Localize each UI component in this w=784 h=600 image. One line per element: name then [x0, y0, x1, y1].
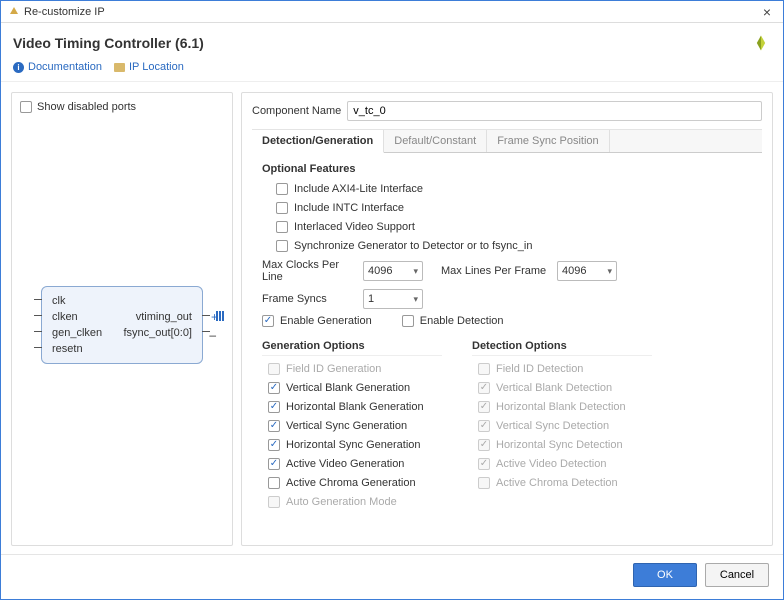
ok-button[interactable]: OK — [633, 563, 697, 587]
show-disabled-ports-label: Show disabled ports — [37, 101, 136, 113]
feature-3-checkbox[interactable] — [276, 240, 288, 252]
enable-detection-label: Enable Detection — [420, 315, 504, 327]
app-icon — [9, 7, 19, 17]
frame-syncs-label: Frame Syncs — [262, 293, 357, 305]
feature-0-checkbox[interactable] — [276, 183, 288, 195]
feature-1-label: Include INTC Interface — [294, 202, 404, 214]
gen-opt-0-label: Field ID Generation — [286, 363, 381, 375]
vendor-logo-icon — [751, 33, 771, 53]
feature-2-checkbox[interactable] — [276, 221, 288, 233]
header: Video Timing Controller (6.1) — [1, 23, 783, 61]
gen-opt-5-label: Active Video Generation — [286, 458, 404, 470]
generation-options-col: Generation Options Field ID Generation Ve… — [262, 340, 442, 515]
divider — [1, 81, 783, 82]
feature-1-checkbox[interactable] — [276, 202, 288, 214]
feature-2-label: Interlaced Video Support — [294, 221, 415, 233]
max-lines-select[interactable]: 4096▾ — [557, 261, 617, 281]
det-opt-2-label: Horizontal Blank Detection — [496, 401, 626, 413]
port-resetn: resetn — [52, 341, 83, 357]
det-opt-5-label: Active Video Detection — [496, 458, 606, 470]
det-opt-1-label: Vertical Blank Detection — [496, 382, 612, 394]
det-opt-0-label: Field ID Detection — [496, 363, 583, 375]
component-name-label: Component Name — [252, 105, 341, 117]
diagram-panel: Show disabled ports + – clk clkenvtiming… — [11, 92, 233, 546]
max-lines-label: Max Lines Per Frame — [441, 265, 551, 277]
max-clocks-select[interactable]: 4096▾ — [363, 261, 423, 281]
ip-location-link[interactable]: IP Location — [114, 61, 184, 73]
generation-options-title: Generation Options — [262, 340, 442, 356]
tab-content: Optional Features Include AXI4-Lite Inte… — [252, 153, 762, 515]
enable-generation-label: Enable Generation — [280, 315, 372, 327]
ip-block: + – clk clkenvtiming_out gen_clkenfsync_… — [41, 286, 203, 364]
tab-detection-generation[interactable]: Detection/Generation — [252, 130, 384, 153]
gen-opt-4-checkbox[interactable] — [268, 439, 280, 451]
optional-features-title: Optional Features — [262, 163, 752, 175]
enable-generation-checkbox[interactable] — [262, 315, 274, 327]
gen-opt-5-checkbox[interactable] — [268, 458, 280, 470]
folder-icon — [114, 63, 125, 72]
port-fsync-out: fsync_out[0:0] — [124, 325, 193, 341]
component-name-input[interactable] — [347, 101, 762, 121]
tabs: Detection/Generation Default/Constant Fr… — [252, 129, 762, 153]
frame-syncs-select[interactable]: 1▾ — [363, 289, 423, 309]
show-disabled-ports-row[interactable]: Show disabled ports — [20, 101, 224, 113]
det-opt-6-label: Active Chroma Detection — [496, 477, 618, 489]
chevron-down-icon: ▾ — [607, 266, 612, 277]
gen-opt-6-label: Active Chroma Generation — [286, 477, 416, 489]
det-opt-6-checkbox — [478, 477, 490, 489]
port-vtiming-out: vtiming_out — [136, 309, 192, 325]
enable-detection-checkbox[interactable] — [402, 315, 414, 327]
det-opt-0-checkbox — [478, 363, 490, 375]
bus-icon — [216, 311, 224, 321]
gen-opt-2-label: Horizontal Blank Generation — [286, 401, 424, 413]
config-panel: Component Name Detection/Generation Defa… — [241, 92, 773, 546]
gen-opt-2-checkbox[interactable] — [268, 401, 280, 413]
feature-0-label: Include AXI4-Lite Interface — [294, 183, 423, 195]
detection-options-col: Detection Options Field ID Detection Vert… — [472, 340, 652, 515]
port-clken: clken — [52, 309, 78, 325]
gen-opt-0-checkbox — [268, 363, 280, 375]
det-opt-3-checkbox — [478, 420, 490, 432]
det-opt-1-checkbox — [478, 382, 490, 394]
port-clk: clk — [52, 293, 65, 309]
chevron-down-icon: ▾ — [413, 294, 418, 305]
cancel-button[interactable]: Cancel — [705, 563, 769, 587]
page-title: Video Timing Controller (6.1) — [13, 35, 204, 51]
det-opt-4-label: Horizontal Sync Detection — [496, 439, 623, 451]
gen-opt-7-label: Auto Generation Mode — [286, 496, 397, 508]
feature-3-label: Synchronize Generator to Detector or to … — [294, 240, 532, 252]
det-opt-3-label: Vertical Sync Detection — [496, 420, 609, 432]
chevron-down-icon: ▾ — [413, 266, 418, 277]
titlebar: Re-customize IP × — [1, 1, 783, 23]
footer: OK Cancel — [1, 554, 783, 594]
window-title: Re-customize IP — [24, 6, 105, 18]
gen-opt-3-label: Vertical Sync Generation — [286, 420, 407, 432]
info-icon: i — [13, 62, 24, 73]
documentation-link[interactable]: i Documentation — [13, 61, 102, 73]
gen-opt-1-checkbox[interactable] — [268, 382, 280, 394]
close-icon[interactable]: × — [759, 4, 775, 20]
tab-default-constant[interactable]: Default/Constant — [384, 130, 487, 152]
gen-opt-3-checkbox[interactable] — [268, 420, 280, 432]
ip-location-label: IP Location — [129, 61, 184, 73]
links-bar: i Documentation IP Location — [1, 61, 783, 81]
ip-diagram: + – clk clkenvtiming_out gen_clkenfsync_… — [20, 113, 224, 537]
det-opt-5-checkbox — [478, 458, 490, 470]
gen-opt-1-label: Vertical Blank Generation — [286, 382, 410, 394]
det-opt-2-checkbox — [478, 401, 490, 413]
detection-options-title: Detection Options — [472, 340, 652, 356]
minus-icon: – — [209, 328, 216, 342]
max-clocks-label: Max Clocks Per Line — [262, 259, 357, 283]
show-disabled-ports-checkbox[interactable] — [20, 101, 32, 113]
tab-frame-sync-position[interactable]: Frame Sync Position — [487, 130, 609, 152]
gen-opt-4-label: Horizontal Sync Generation — [286, 439, 421, 451]
gen-opt-7-checkbox — [268, 496, 280, 508]
gen-opt-6-checkbox[interactable] — [268, 477, 280, 489]
port-gen-clken: gen_clken — [52, 325, 102, 341]
det-opt-4-checkbox — [478, 439, 490, 451]
documentation-label: Documentation — [28, 61, 102, 73]
